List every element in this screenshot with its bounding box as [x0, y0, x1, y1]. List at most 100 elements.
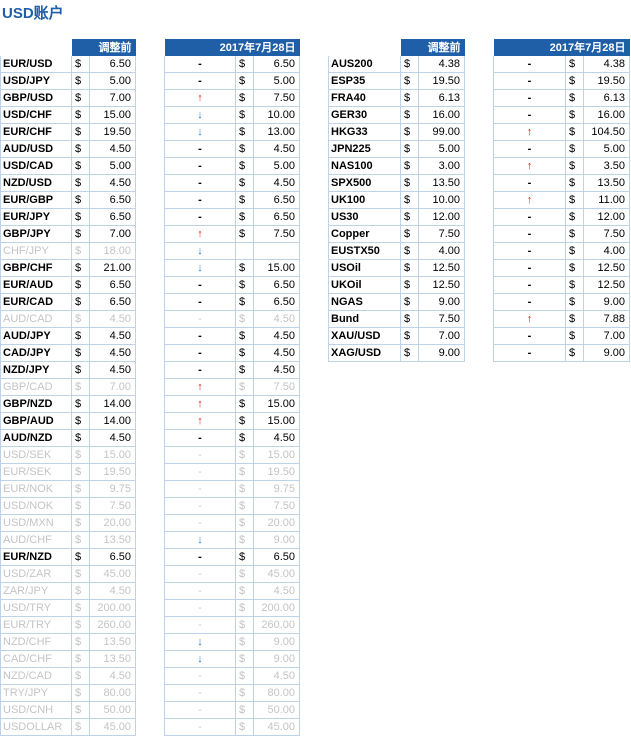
- change-cell: ↑: [164, 412, 236, 430]
- table-row: GBP/JPY $7.00: [0, 225, 136, 243]
- table-row: USD/JPY $5.00: [0, 72, 136, 90]
- table-row: FRA40 $6.13: [328, 89, 465, 107]
- currency-cell: $: [71, 140, 90, 158]
- symbol-cell: AUS200: [328, 56, 401, 73]
- change-cell: -: [493, 72, 566, 90]
- symbol-cell: ESP35: [328, 72, 401, 90]
- currency-cell: $: [235, 225, 254, 243]
- change-cell: ↑: [164, 395, 236, 413]
- currency-cell: $: [71, 361, 90, 379]
- change-cell: -: [164, 599, 236, 617]
- table-row: ↓: [164, 242, 300, 260]
- table-row: NAS100 $3.00: [328, 157, 465, 175]
- before-value-cell: 10.00: [418, 191, 465, 209]
- table-row: ↑ $7.50: [164, 225, 300, 243]
- change-cell: ↑: [493, 123, 566, 141]
- currency-cell: $: [235, 72, 254, 90]
- symbol-cell: CAD/CHF: [0, 650, 72, 668]
- currency-cell: $: [71, 463, 90, 481]
- header-date: 2017年7月28日: [493, 39, 630, 56]
- after-value-cell: 4.50: [253, 344, 300, 362]
- after-value-cell: 6.50: [253, 208, 300, 226]
- symbol-cell: AUD/NZD: [0, 429, 72, 447]
- before-value-cell: 19.50: [418, 72, 465, 90]
- table-row: USD/SEK $15.00: [0, 446, 136, 464]
- table-row: USD/TRY $200.00: [0, 599, 136, 617]
- before-value-cell: 6.50: [89, 548, 136, 566]
- after-value-cell: 7.00: [583, 327, 630, 345]
- table-row: - $19.50: [164, 463, 300, 481]
- table-row: - $45.00: [164, 565, 300, 583]
- table-row: ↓ $13.00: [164, 123, 300, 141]
- currency-cell: $: [235, 378, 254, 396]
- currency-cell: $: [400, 327, 419, 345]
- currency-cell: $: [235, 293, 254, 311]
- currency-cell: $: [235, 599, 254, 617]
- table-row: AUD/JPY $4.50: [0, 327, 136, 345]
- currency-cell: $: [400, 242, 419, 260]
- before-value-cell: 9.75: [89, 480, 136, 498]
- table-row: ↑ $3.50: [493, 157, 630, 175]
- after-value-cell: 6.50: [253, 56, 300, 73]
- table-row: ↑ $11.00: [493, 191, 630, 209]
- currency-cell: $: [400, 56, 419, 73]
- symbol-cell: NZD/CAD: [0, 667, 72, 685]
- symbol-cell: CHF/JPY: [0, 242, 72, 260]
- table-row: - $6.50: [164, 56, 300, 73]
- table-row: - $5.00: [493, 140, 630, 158]
- before-value-cell: 4.50: [89, 140, 136, 158]
- table-row: ↑ $7.88: [493, 310, 630, 328]
- before-value-cell: 4.50: [89, 310, 136, 328]
- currency-cell: $: [235, 446, 254, 464]
- change-cell: -: [164, 208, 236, 226]
- table-row: EUSTX50 $4.00: [328, 242, 465, 260]
- currency-cell: $: [71, 259, 90, 277]
- before-value-cell: 18.00: [89, 242, 136, 260]
- change-cell: -: [164, 72, 236, 90]
- currency-cell: $: [71, 242, 90, 260]
- currency-cell: $: [235, 701, 254, 719]
- change-cell: -: [164, 480, 236, 498]
- table-row: ↓ $10.00: [164, 106, 300, 124]
- after-value-cell: 104.50: [583, 123, 630, 141]
- after-value-cell: 9.00: [583, 344, 630, 362]
- before-value-cell: 21.00: [89, 259, 136, 277]
- before-value-cell: 14.00: [89, 412, 136, 430]
- currency-cell: $: [71, 327, 90, 345]
- table-row: - $4.00: [493, 242, 630, 260]
- symbol-cell: AUD/USD: [0, 140, 72, 158]
- after-value-cell: 11.00: [583, 191, 630, 209]
- after-value-cell: 4.50: [253, 310, 300, 328]
- table-row: ↓ $9.00: [164, 650, 300, 668]
- table-row: USD/CNH $50.00: [0, 701, 136, 719]
- symbol-cell: USD/JPY: [0, 72, 72, 90]
- table-row: EUR/TRY $260.00: [0, 616, 136, 634]
- arrow-down-icon: ↓: [197, 245, 203, 257]
- after-value-cell: 13.50: [583, 174, 630, 192]
- change-cell: -: [164, 684, 236, 702]
- table-row: EUR/SEK $19.50: [0, 463, 136, 481]
- currency-cell: $: [565, 327, 584, 345]
- currency-cell: $: [235, 616, 254, 634]
- cfd-after-table: 2017年7月28日 - $4.38- $19.50- $6.13- $16.00 ↑ $1…: [493, 39, 630, 362]
- currency-cell: [235, 242, 254, 260]
- table-row: - $6.50: [164, 293, 300, 311]
- before-value-cell: 45.00: [89, 718, 136, 736]
- currency-cell: $: [565, 293, 584, 311]
- table-row: GER30 $16.00: [328, 106, 465, 124]
- currency-cell: $: [235, 123, 254, 141]
- currency-cell: $: [71, 497, 90, 515]
- after-value-cell: 260.00: [253, 616, 300, 634]
- table-row: - $6.13: [493, 89, 630, 107]
- currency-cell: $: [565, 191, 584, 209]
- before-value-cell: 260.00: [89, 616, 136, 634]
- table-row: XAU/USD $7.00: [328, 327, 465, 345]
- symbol-cell: NZD/CHF: [0, 633, 72, 651]
- table-row: USDOLLAR $45.00: [0, 718, 136, 736]
- after-value-cell: 15.00: [253, 259, 300, 277]
- before-value-cell: 14.00: [89, 395, 136, 413]
- arrow-up-icon: ↑: [197, 415, 203, 427]
- after-value-cell: 45.00: [253, 718, 300, 736]
- header-blank: [0, 39, 72, 56]
- symbol-cell: USOil: [328, 259, 401, 277]
